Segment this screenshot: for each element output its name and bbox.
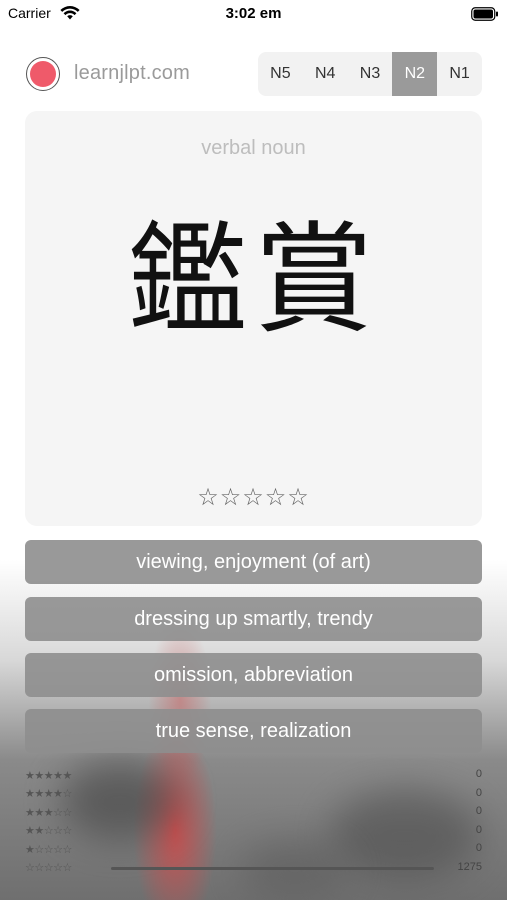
stat-bar bbox=[111, 848, 434, 851]
battery-icon bbox=[471, 7, 498, 21]
stat-bar bbox=[111, 793, 434, 796]
tab-n5[interactable]: N5 bbox=[258, 52, 303, 96]
stat-row-0-stars: ☆☆☆☆☆ 1275 bbox=[25, 859, 482, 878]
stat-bar bbox=[111, 866, 434, 870]
stat-row-5-stars: ★★★★★ 0 bbox=[25, 766, 482, 785]
stat-row-4-stars: ★★★★☆ 0 bbox=[25, 785, 482, 804]
stat-count: 0 bbox=[475, 823, 482, 836]
stat-count: 0 bbox=[475, 805, 482, 817]
stat-stars-label: ★★★★☆ bbox=[25, 787, 72, 801]
tab-n3[interactable]: N3 bbox=[348, 52, 393, 96]
jlpt-level-selector: N5 N4 N3 N2 N1 bbox=[258, 52, 482, 96]
flashcard[interactable]: verbal noun 鑑賞 ☆☆☆☆☆ bbox=[25, 111, 482, 526]
stat-bar bbox=[111, 811, 434, 814]
record-button[interactable] bbox=[26, 57, 60, 91]
answer-button-3[interactable]: omission, abbreviation bbox=[25, 653, 482, 697]
answer-button-4[interactable]: true sense, realization bbox=[25, 709, 482, 753]
status-time: 3:02 em bbox=[225, 5, 282, 22]
word-type-label: verbal noun bbox=[201, 137, 306, 159]
stat-stars-label: ☆☆☆☆☆ bbox=[25, 861, 72, 875]
stat-stars-label: ★☆☆☆☆ bbox=[25, 842, 72, 856]
stat-count: 0 bbox=[475, 842, 482, 854]
answer-button-2[interactable]: dressing up smartly, trendy bbox=[25, 597, 482, 641]
stat-count: 0 bbox=[475, 768, 482, 780]
stat-row-2-stars: ★★☆☆☆ 0 bbox=[25, 822, 482, 841]
rating-stars[interactable]: ☆☆☆☆☆ bbox=[25, 483, 482, 511]
rating-stats: ★★★★★ 0 ★★★★☆ 0 ★★★☆☆ 0 ★★☆☆☆ 0 ★☆☆☆☆ 0 … bbox=[25, 766, 482, 877]
site-link[interactable]: learnjlpt.com bbox=[74, 62, 190, 85]
stat-bar bbox=[111, 774, 434, 777]
status-bar: Carrier 3:02 em bbox=[0, 0, 507, 28]
stat-bar-fill bbox=[111, 866, 434, 870]
stat-stars-label: ★★★☆☆ bbox=[25, 805, 72, 819]
answer-button-1[interactable]: viewing, enjoyment (of art) bbox=[25, 540, 482, 584]
stat-stars-label: ★★☆☆☆ bbox=[25, 824, 72, 838]
tab-n1[interactable]: N1 bbox=[437, 52, 482, 96]
record-icon bbox=[30, 61, 56, 87]
stat-bar bbox=[111, 830, 434, 833]
tab-n2[interactable]: N2 bbox=[392, 52, 438, 96]
stat-count: 0 bbox=[475, 786, 482, 799]
stat-stars-label: ★★★★★ bbox=[25, 768, 72, 782]
kanji-word: 鑑賞 bbox=[127, 211, 380, 350]
stat-row-3-stars: ★★★☆☆ 0 bbox=[25, 803, 482, 822]
tab-n4[interactable]: N4 bbox=[303, 52, 348, 96]
stat-count: 1275 bbox=[457, 860, 482, 873]
stat-row-1-star: ★☆☆☆☆ 0 bbox=[25, 840, 482, 859]
